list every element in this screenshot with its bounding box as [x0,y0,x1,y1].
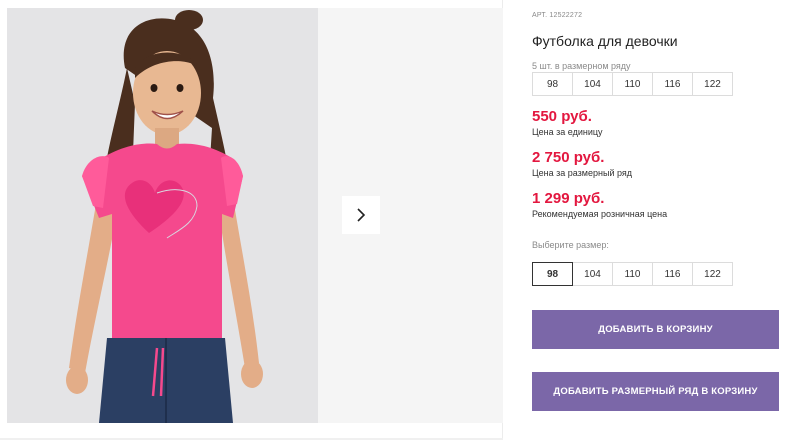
size-option-116[interactable]: 116 [652,262,693,286]
size-option-104[interactable]: 104 [572,262,613,286]
size-row: 98 104 110 116 122 [532,72,733,96]
size-option-98[interactable]: 98 [532,262,573,286]
size-option-110[interactable]: 110 [612,262,653,286]
add-size-row-to-cart-button[interactable]: ДОБАВИТЬ РАЗМЕРНЫЙ РЯД В КОРЗИНУ [532,372,779,411]
retail-price-caption: Рекомендуемая розничная цена [532,209,668,219]
product-title: Футболка для девочки [532,33,678,49]
row-price: 2 750 руб. [532,149,605,166]
size-row-item: 122 [692,72,733,96]
unit-price: 550 руб. [532,108,592,125]
row-price-caption: Цена за размерный ряд [532,168,633,178]
size-row-item: 98 [532,72,573,96]
product-photo[interactable] [7,8,318,423]
size-row-item: 110 [612,72,653,96]
next-image-button[interactable] [342,196,380,234]
size-option-122[interactable]: 122 [692,262,733,286]
girl-in-pink-tshirt-image [7,8,318,423]
choose-size-label: Выберите размер: [532,240,609,250]
add-to-cart-button[interactable]: ДОБАВИТЬ В КОРЗИНУ [532,310,779,349]
product-gallery [0,0,503,440]
retail-price: 1 299 руб. [532,190,605,207]
size-row-item: 104 [572,72,613,96]
size-selector: 98 104 110 116 122 [532,262,733,286]
unit-price-caption: Цена за единицу [532,127,603,137]
size-row-item: 116 [652,72,693,96]
size-row-label: 5 шт. в размерном ряду [532,61,631,71]
article-number: АРТ. 12522272 [532,12,583,19]
chevron-right-icon [357,208,366,222]
